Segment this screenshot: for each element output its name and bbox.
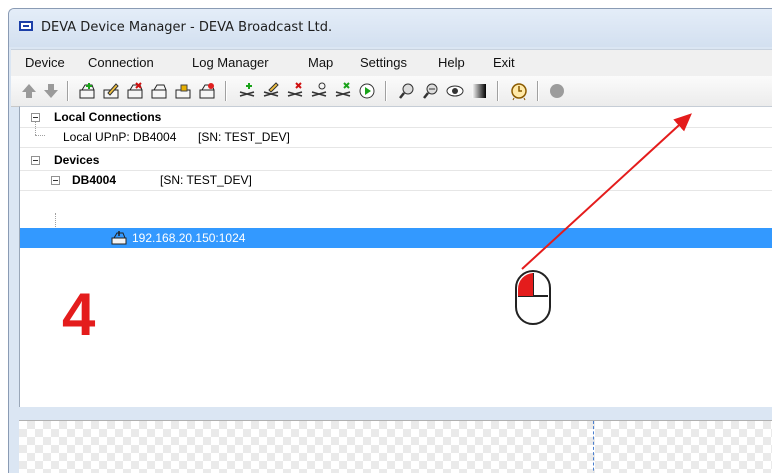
- node-serial: [SN: TEST_DEV]: [160, 173, 252, 187]
- add-device-icon[interactable]: [77, 81, 97, 101]
- menu-help[interactable]: Help: [438, 55, 465, 70]
- toolbar: [11, 76, 772, 107]
- app-icon: [19, 21, 33, 31]
- zoom-in-icon[interactable]: [397, 81, 417, 101]
- alarm-clock-icon[interactable]: [509, 81, 529, 101]
- node-label: Devices: [54, 153, 100, 167]
- menu-settings[interactable]: Settings: [360, 55, 407, 70]
- edit-connection-icon[interactable]: [261, 81, 281, 101]
- record-icon[interactable]: [547, 81, 567, 101]
- tree-node-db4004[interactable]: DB4004 [SN: TEST_DEV]: [20, 170, 772, 191]
- tree-node-local-upnp[interactable]: Local UPnP: DB4004 [SN: TEST_DEV]: [20, 127, 772, 148]
- node-label: Local UPnP: DB4004: [63, 130, 177, 144]
- menu-bar: Device Connection Log Manager Map Settin…: [11, 49, 772, 76]
- window-title: DEVA Device Manager - DEVA Broadcast Ltd…: [41, 20, 333, 35]
- step-number: 4: [62, 281, 96, 348]
- collapse-icon[interactable]: [31, 113, 40, 122]
- menu-connection[interactable]: Connection: [88, 55, 154, 70]
- move-up-icon[interactable]: [19, 81, 39, 101]
- node-label: 192.168.20.150:1024: [132, 231, 246, 245]
- tree-node-local-connections[interactable]: Local Connections: [20, 107, 772, 128]
- device-info-icon[interactable]: [149, 81, 169, 101]
- node-serial: [SN: TEST_DEV]: [198, 130, 290, 144]
- connection-refresh-icon[interactable]: [333, 81, 353, 101]
- contrast-icon[interactable]: [469, 81, 489, 101]
- device-alert-icon[interactable]: [197, 81, 217, 101]
- menu-map[interactable]: Map: [308, 55, 333, 70]
- delete-connection-icon[interactable]: [285, 81, 305, 101]
- connection-info-icon[interactable]: [309, 81, 329, 101]
- device-connection-icon: [111, 231, 127, 245]
- tree-node-devices[interactable]: Devices: [20, 150, 772, 171]
- move-down-icon[interactable]: [41, 81, 61, 101]
- collapse-icon[interactable]: [31, 156, 40, 165]
- delete-device-icon[interactable]: [125, 81, 145, 101]
- menu-log-manager[interactable]: Log Manager: [192, 55, 269, 70]
- edit-device-icon[interactable]: [101, 81, 121, 101]
- node-label: DB4004: [72, 173, 117, 187]
- device-lock-icon[interactable]: [173, 81, 193, 101]
- add-connection-icon[interactable]: [237, 81, 257, 101]
- menu-exit[interactable]: Exit: [493, 55, 515, 70]
- play-icon[interactable]: [357, 81, 377, 101]
- view-icon[interactable]: [445, 81, 465, 101]
- title-bar: DEVA Device Manager - DEVA Broadcast Ltd…: [9, 9, 772, 47]
- collapse-icon[interactable]: [51, 176, 60, 185]
- tree-node-ip-selected[interactable]: 192.168.20.150:1024: [20, 228, 772, 248]
- menu-device[interactable]: Device: [25, 55, 65, 70]
- app-window: DEVA Device Manager - DEVA Broadcast Ltd…: [8, 8, 772, 473]
- device-tree: Local Connections Local UPnP: DB4004 [SN…: [19, 106, 772, 407]
- zoom-out-icon[interactable]: [421, 81, 441, 101]
- map-panel[interactable]: [19, 420, 772, 473]
- node-label: Local Connections: [54, 110, 162, 124]
